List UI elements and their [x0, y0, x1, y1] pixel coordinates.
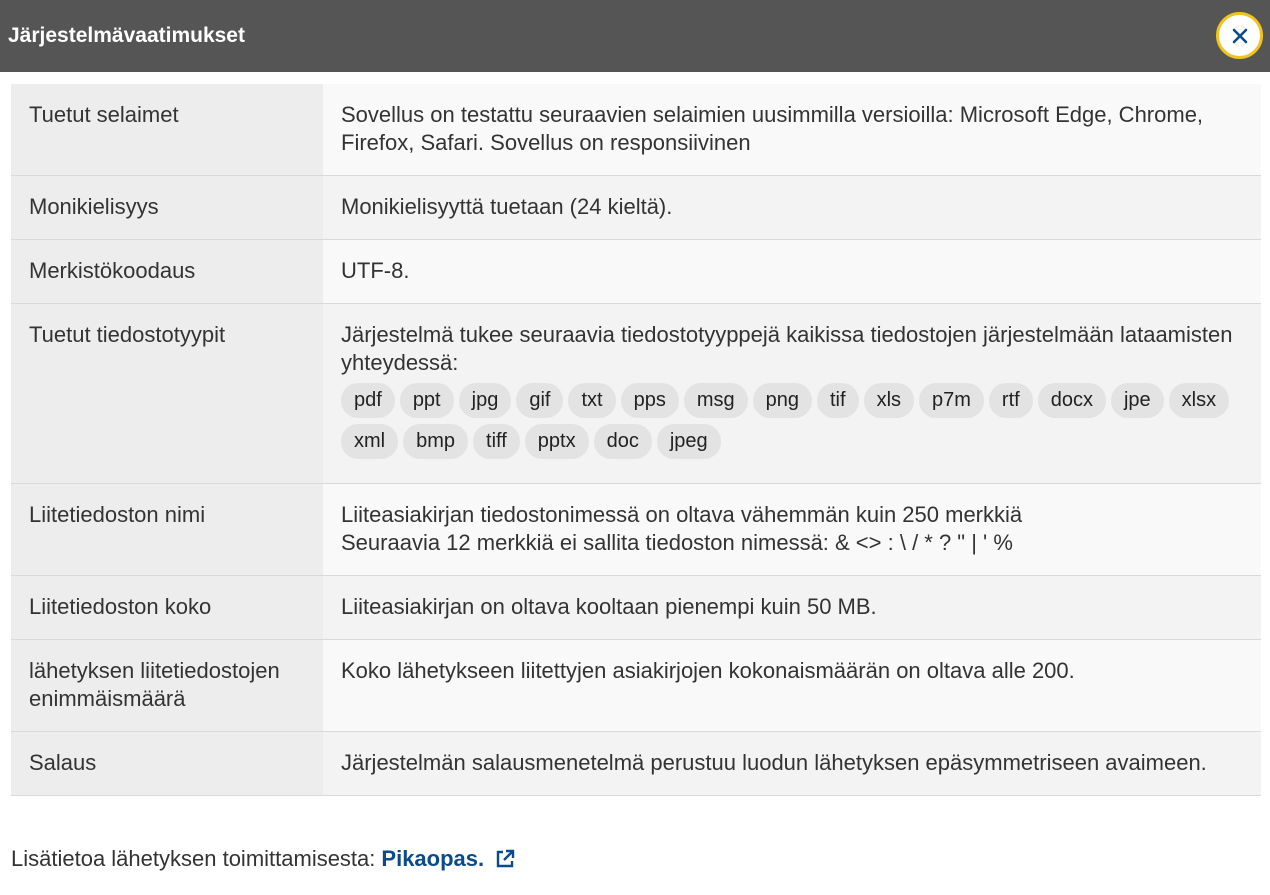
row-value: Järjestelmä tukee seuraavia tiedostotyyp… — [323, 303, 1261, 484]
row-label: lähetyksen liitetiedostojen enimmäismäär… — [11, 639, 323, 732]
footer-text: Lisätietoa lähetyksen toimittamisesta: — [11, 846, 376, 871]
file-type-tag: png — [752, 383, 812, 418]
row-value-text: Sovellus on testattu seuraavien selaimie… — [341, 102, 1204, 155]
row-value: UTF-8. — [323, 239, 1261, 304]
table-row: lähetyksen liitetiedostojen enimmäismäär… — [11, 639, 1261, 732]
row-value-text: Seuraavia 12 merkkiä ei sallita tiedosto… — [341, 530, 1013, 555]
file-type-tag: docx — [1037, 383, 1106, 418]
row-label: Merkistökoodaus — [11, 239, 323, 304]
table-row: Merkistökoodaus UTF-8. — [11, 239, 1261, 304]
file-type-tag: ppt — [399, 383, 454, 418]
file-type-tag: rtf — [988, 383, 1033, 418]
close-button[interactable] — [1216, 12, 1263, 59]
row-value-text: Liiteasiakirjan tiedostonimessä on oltav… — [341, 502, 1023, 527]
footer: Lisätietoa lähetyksen toimittamisesta: P… — [11, 844, 516, 874]
table-row: Liitetiedoston koko Liiteasiakirjan on ol… — [11, 575, 1261, 640]
dialog-header: Järjestelmävaatimukset — [0, 0, 1270, 72]
external-link-icon[interactable] — [494, 848, 516, 870]
file-type-tag: xlsx — [1168, 383, 1230, 418]
file-type-tags: pdf ppt jpg gif txt pps msg png tif xls p7m rtf docx… — [341, 383, 1243, 465]
file-type-tag: p7m — [919, 383, 984, 418]
requirements-table: Tuetut selaimet Sovellus on testattu seur… — [11, 84, 1261, 796]
row-value: Koko lähetykseen liitettyjen asiakirjoje… — [323, 639, 1261, 732]
row-value-text: Monikielisyyttä tuetaan (24 kieltä). — [341, 194, 673, 219]
file-type-tag: jpg — [458, 383, 512, 418]
dialog-title: Järjestelmävaatimukset — [8, 24, 245, 47]
file-type-tag: jpeg — [656, 424, 721, 459]
row-value: Järjestelmän salausmenetelmä perustuu lu… — [323, 731, 1261, 796]
file-type-tag: tif — [817, 383, 859, 418]
quick-guide-link[interactable]: Pikaopas. — [381, 844, 484, 874]
row-value: Monikielisyyttä tuetaan (24 kieltä). — [323, 175, 1261, 240]
table-row: Salaus Järjestelmän salausmenetelmä perus… — [11, 731, 1261, 796]
row-label: Tuetut tiedostotyypit — [11, 303, 323, 484]
file-type-tag: pptx — [524, 424, 589, 459]
table-row: Liitetiedoston nimi Liiteasiakirjan tiedo… — [11, 483, 1261, 576]
table-row: Tuetut tiedostotyypit Järjestelmä tukee s… — [11, 303, 1261, 484]
row-value-text: Järjestelmä tukee seuraavia tiedostotyyp… — [341, 322, 1233, 375]
file-type-tag: pps — [620, 383, 679, 418]
table-row: Monikielisyys Monikielisyyttä tuetaan (24… — [11, 175, 1261, 240]
file-type-tag: pdf — [341, 383, 395, 418]
row-value: Liiteasiakirjan tiedostonimessä on oltav… — [323, 483, 1261, 576]
row-value-text: UTF-8. — [341, 258, 410, 283]
row-value: Liiteasiakirjan on oltava kooltaan piene… — [323, 575, 1261, 640]
row-value-text: Järjestelmän salausmenetelmä perustuu lu… — [341, 750, 1207, 775]
file-type-tag: txt — [568, 383, 616, 418]
file-type-tag: msg — [683, 383, 748, 418]
row-label: Monikielisyys — [11, 175, 323, 240]
row-label: Liitetiedoston koko — [11, 575, 323, 640]
file-type-tag: bmp — [403, 424, 469, 459]
file-type-tag: tiff — [473, 424, 520, 459]
row-label: Liitetiedoston nimi — [11, 483, 323, 576]
file-type-tag: xml — [341, 424, 399, 459]
row-label: Tuetut selaimet — [11, 84, 323, 176]
row-value: Sovellus on testattu seuraavien selaimie… — [323, 84, 1261, 176]
row-value-text: Koko lähetykseen liitettyjen asiakirjoje… — [341, 658, 1075, 683]
close-icon — [1231, 27, 1249, 45]
row-value-text: Liiteasiakirjan on oltava kooltaan piene… — [341, 594, 877, 619]
table-row: Tuetut selaimet Sovellus on testattu seur… — [11, 84, 1261, 176]
file-type-tag: jpe — [1110, 383, 1164, 418]
file-type-tag: xls — [863, 383, 915, 418]
row-label: Salaus — [11, 731, 323, 796]
file-type-tag: doc — [593, 424, 652, 459]
file-type-tag: gif — [516, 383, 564, 418]
